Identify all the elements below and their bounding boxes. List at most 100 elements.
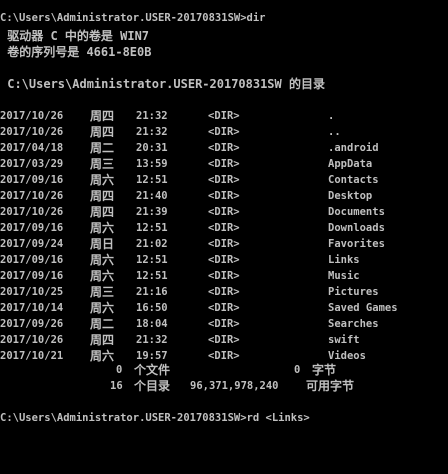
- directory-entry: 2017/09/16 周六 12:51 <DIR> Links: [0, 252, 448, 268]
- entry-time: 21:40: [136, 190, 168, 202]
- entry-weekday: 周四: [90, 109, 115, 123]
- entry-time: 16:50: [136, 302, 168, 314]
- directory-entry: 2017/03/29 周三 13:59 <DIR> AppData: [0, 156, 448, 172]
- entry-date: 2017/04/18: [0, 142, 64, 154]
- entry-time: 21:32: [136, 126, 168, 138]
- directory-entry: 2017/09/24 周日 21:02 <DIR> Favorites: [0, 236, 448, 252]
- entry-time: 18:04: [136, 318, 168, 330]
- entry-type: <DIR>: [208, 286, 240, 298]
- entry-time: 12:51: [136, 254, 168, 266]
- entry-name: ..: [328, 126, 341, 138]
- entry-date: 2017/10/26: [0, 206, 64, 218]
- free-bytes-label: 可用字节: [306, 379, 355, 393]
- entry-date: 2017/10/26: [0, 110, 64, 122]
- entry-name: Favorites: [328, 238, 385, 250]
- dirs-label: 个目录: [134, 379, 171, 393]
- entry-name: Music: [328, 270, 360, 282]
- entry-type: <DIR>: [208, 206, 240, 218]
- entry-type: <DIR>: [208, 334, 240, 346]
- free-bytes: 96,371,978,240: [190, 380, 279, 392]
- entry-type: <DIR>: [208, 270, 240, 282]
- entry-time: 21:39: [136, 206, 168, 218]
- bytes-label: 字节: [312, 363, 337, 377]
- entry-time: 12:51: [136, 174, 168, 186]
- entry-type: <DIR>: [208, 174, 240, 186]
- entry-type: <DIR>: [208, 158, 240, 170]
- entry-type: <DIR>: [208, 254, 240, 266]
- entry-type: <DIR>: [208, 126, 240, 138]
- entry-type: <DIR>: [208, 142, 240, 154]
- entry-time: 12:51: [136, 222, 168, 234]
- entry-name: Searches: [328, 318, 379, 330]
- entry-date: 2017/09/16: [0, 254, 64, 266]
- prompt-rd-command: C:\Users\Administrator.USER-20170831SW>r…: [0, 412, 310, 424]
- directory-entry: 2017/10/25 周三 21:16 <DIR> Pictures: [0, 284, 448, 300]
- directory-entry: 2017/09/16 周六 12:51 <DIR> Downloads: [0, 220, 448, 236]
- directory-entry: 2017/10/26 周四 21:32 <DIR>.: [0, 108, 448, 124]
- prompt-dir-command: C:\Users\Administrator.USER-20170831SW>d…: [0, 12, 266, 24]
- entry-date: 2017/09/16: [0, 222, 64, 234]
- entry-weekday: 周三: [90, 285, 115, 299]
- entry-weekday: 周二: [90, 317, 115, 331]
- files-label: 个文件: [134, 363, 171, 377]
- entry-name: swift: [328, 334, 360, 346]
- entry-weekday: 周日: [90, 237, 115, 251]
- entry-weekday: 周六: [90, 269, 115, 283]
- directory-heading: C:\Users\Administrator.USER-20170831SW 的…: [0, 77, 325, 91]
- directory-entry: 2017/10/26 周四 21:40 <DIR> Desktop: [0, 188, 448, 204]
- entry-time: 21:32: [136, 110, 168, 122]
- entry-weekday: 周六: [90, 173, 115, 187]
- entry-weekday: 周六: [90, 301, 115, 315]
- entry-type: <DIR>: [208, 190, 240, 202]
- entry-date: 2017/09/16: [0, 174, 64, 186]
- entry-type: <DIR>: [208, 110, 240, 122]
- directory-entry: 2017/10/14 周六 16:50 <DIR> Saved Games: [0, 300, 448, 316]
- entry-time: 21:02: [136, 238, 168, 250]
- entry-date: 2017/09/16: [0, 270, 64, 282]
- entry-name: .: [328, 110, 335, 122]
- entry-name: Desktop: [328, 190, 373, 202]
- files-summary: 0 个文件 0 字节: [0, 362, 448, 378]
- entry-date: 2017/09/24: [0, 238, 64, 250]
- entry-time: 20:31: [136, 142, 168, 154]
- directory-entry: 2017/09/16 周六 12:51 <DIR> Contacts: [0, 172, 448, 188]
- entry-weekday: 周四: [90, 205, 115, 219]
- directory-entry: 2017/09/26 周二 18:04 <DIR> Searches: [0, 316, 448, 332]
- entry-name: Pictures: [328, 286, 379, 298]
- entry-time: 13:59: [136, 158, 168, 170]
- directory-entry: 2017/09/16 周六 12:51 <DIR> Music: [0, 268, 448, 284]
- entry-name: Links: [328, 254, 360, 266]
- entry-name: Downloads: [328, 222, 385, 234]
- console-window[interactable]: C:\Users\Administrator.USER-20170831SW>d…: [0, 0, 448, 428]
- directory-entry: 2017/10/26 周四 21:39 <DIR> Documents: [0, 204, 448, 220]
- dirs-summary: 16 个目录 96,371,978,240 可用字节: [0, 378, 448, 394]
- entry-date: 2017/10/26: [0, 190, 64, 202]
- entry-time: 21:16: [136, 286, 168, 298]
- entry-date: 2017/10/26: [0, 126, 64, 138]
- entry-time: 12:51: [136, 270, 168, 282]
- dirs-count: 16: [110, 380, 123, 392]
- entry-date: 2017/10/26: [0, 334, 64, 346]
- directory-entry: 2017/04/18 周二 20:31 <DIR> .android: [0, 140, 448, 156]
- volume-label-line: 驱动器 C 中的卷是 WIN7: [0, 29, 150, 43]
- entry-date: 2017/03/29: [0, 158, 64, 170]
- entry-name: Contacts: [328, 174, 379, 186]
- entry-weekday: 周三: [90, 157, 115, 171]
- entry-type: <DIR>: [208, 318, 240, 330]
- entry-weekday: 周四: [90, 125, 115, 139]
- directory-entry: 2017/10/26 周四 21:32 <DIR>..: [0, 124, 448, 140]
- directory-entry: 2017/10/26 周四 21:32 <DIR> swift: [0, 332, 448, 348]
- entry-date: 2017/10/25: [0, 286, 64, 298]
- entry-date: 2017/10/14: [0, 302, 64, 314]
- entry-date: 2017/09/26: [0, 318, 64, 330]
- entry-weekday: 周四: [90, 333, 115, 347]
- entry-name: AppData: [328, 158, 373, 170]
- entry-weekday: 周六: [90, 253, 115, 267]
- entry-time: 21:32: [136, 334, 168, 346]
- entry-weekday: 周二: [90, 141, 115, 155]
- entry-type: <DIR>: [208, 302, 240, 314]
- entry-type: <DIR>: [208, 238, 240, 250]
- volume-serial-line: 卷的序列号是 4661-8E0B: [0, 45, 152, 59]
- files-count: 0: [116, 364, 123, 376]
- entry-name: .android: [328, 142, 379, 154]
